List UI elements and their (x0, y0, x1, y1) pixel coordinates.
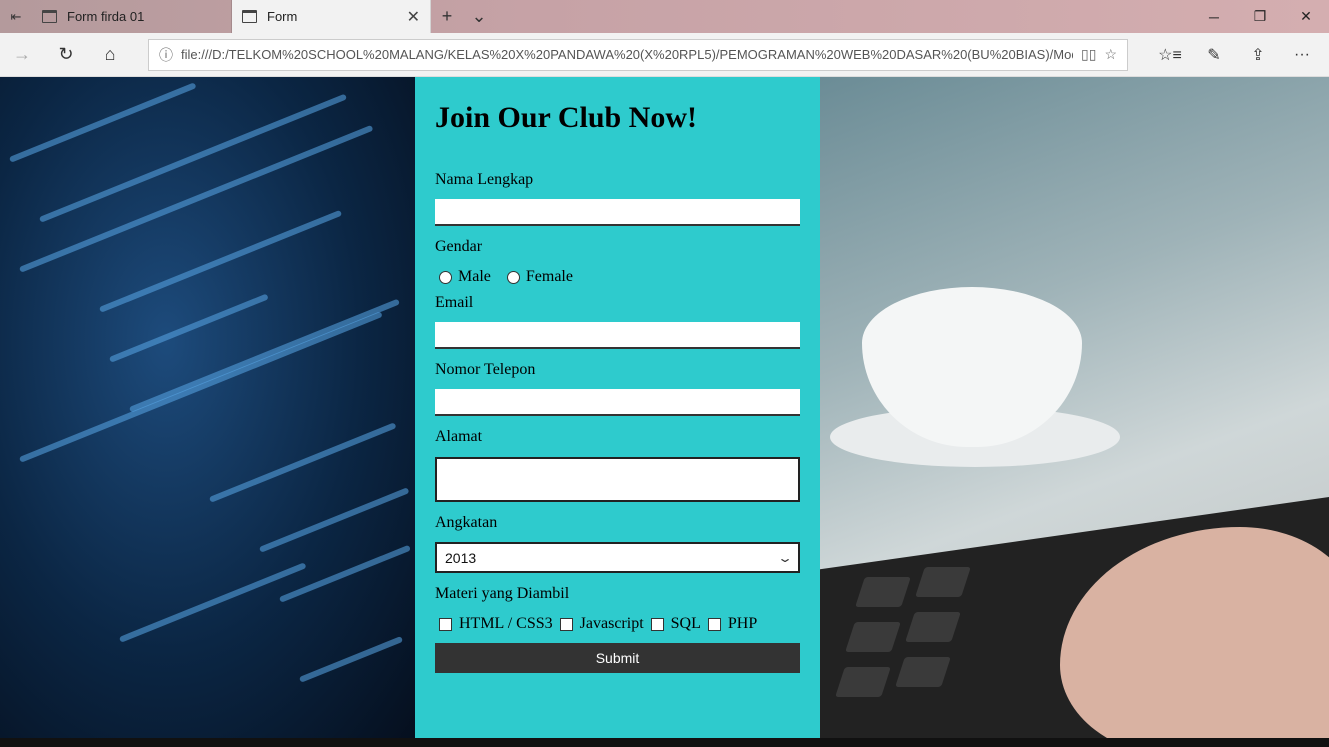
female-radio-label: Female (525, 268, 573, 285)
tab-title: Form firda 01 (67, 9, 145, 24)
info-icon[interactable]: ⓘ (159, 45, 173, 65)
tab-title: Form (267, 9, 298, 24)
javascript-checkbox[interactable] (559, 617, 573, 631)
new-tab-icon[interactable]: + (431, 0, 463, 33)
more-icon[interactable]: ··· (1280, 33, 1324, 77)
php-checkbox[interactable] (707, 617, 721, 631)
year-label: Angkatan (435, 514, 498, 531)
forward-icon[interactable]: → (0, 33, 44, 77)
taskbar (0, 738, 1329, 747)
address-field[interactable]: ⓘ file:///D:/TELKOM%20SCHOOL%20MALANG/KE… (148, 38, 1128, 71)
home-icon[interactable]: ⌂ (88, 33, 132, 77)
name-input[interactable] (435, 199, 800, 226)
tab-form-firda[interactable]: Form firda 01 (32, 0, 232, 33)
url-text: file:///D:/TELKOM%20SCHOOL%20MALANG/KELA… (181, 47, 1074, 62)
favorites-icon[interactable]: ☆≡ (1148, 33, 1192, 77)
reading-view-icon[interactable]: ▯▯ (1081, 46, 1096, 63)
sql-checkbox[interactable] (650, 617, 664, 631)
refresh-icon[interactable]: ↻ (44, 33, 88, 77)
female-radio[interactable] (506, 270, 520, 284)
submit-button[interactable]: Submit (435, 643, 800, 673)
chevron-down-icon[interactable]: ⌄ (463, 0, 495, 33)
window-controls: ─ ❐ ✕ (1191, 0, 1329, 33)
signup-form: Join Our Club Now! Nama Lengkap Gendar M… (415, 77, 820, 738)
address-label: Alamat (435, 428, 483, 445)
html-css-label: HTML / CSS3 (459, 615, 553, 632)
male-radio-label: Male (458, 268, 491, 285)
navigation-bar: → ↻ ⌂ ⓘ file:///D:/TELKOM%20SCHOOL%20MAL… (0, 33, 1329, 77)
php-label: PHP (727, 615, 758, 632)
minimize-icon[interactable]: ─ (1191, 0, 1237, 33)
tab-strip: ⇤ Form firda 01 Form ✕ + ⌄ ─ ❐ ✕ (0, 0, 1329, 33)
email-input[interactable] (435, 322, 800, 349)
male-radio[interactable] (439, 270, 452, 284)
pen-icon[interactable]: ✎ (1192, 33, 1236, 77)
name-label: Nama Lengkap (435, 171, 534, 188)
html-css-checkbox[interactable] (439, 617, 452, 631)
chevron-down-icon: ⌄ (776, 550, 794, 565)
year-selected-value: 2013 (445, 549, 477, 566)
tab-form[interactable]: Form ✕ (232, 0, 431, 33)
email-label: Email (435, 294, 474, 311)
phone-label: Nomor Telepon (435, 361, 536, 378)
form-title: Join Our Club Now! (435, 101, 698, 134)
code-background-image (0, 77, 415, 738)
set-aside-tabs-icon[interactable]: ⇤ (0, 0, 32, 33)
gender-label: Gendar (435, 238, 483, 255)
phone-input[interactable] (435, 389, 800, 416)
javascript-label: Javascript (579, 615, 644, 632)
page-icon (42, 10, 57, 23)
subjects-options: HTML / CSS3 Javascript SQL PHP (439, 615, 800, 633)
laptop-coffee-background-image (820, 77, 1329, 738)
subjects-label: Materi yang Diambil (435, 585, 570, 602)
sql-label: SQL (670, 615, 701, 632)
close-window-icon[interactable]: ✕ (1283, 0, 1329, 33)
share-icon[interactable]: ⇪ (1236, 33, 1280, 77)
page-icon (242, 10, 257, 23)
page-viewport: Join Our Club Now! Nama Lengkap Gendar M… (0, 77, 1329, 738)
close-tab-icon[interactable]: ✕ (407, 7, 420, 27)
restore-icon[interactable]: ❐ (1237, 0, 1283, 33)
year-select[interactable]: 2013 ⌄ (435, 542, 800, 573)
favorite-star-icon[interactable]: ☆ (1104, 46, 1117, 63)
gender-options: Male Female (439, 268, 800, 286)
address-textarea[interactable] (435, 457, 800, 502)
